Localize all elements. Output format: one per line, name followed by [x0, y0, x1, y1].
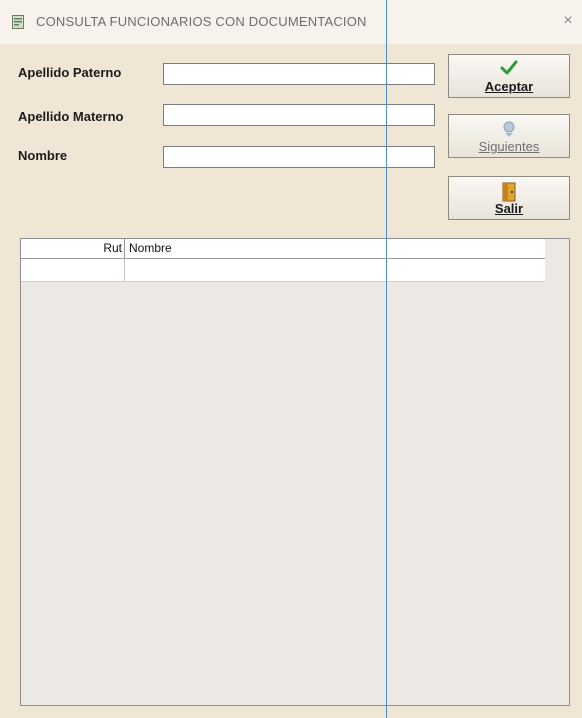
apellido-paterno-label: Apellido Paterno: [18, 65, 122, 80]
table-row[interactable]: [21, 259, 545, 282]
salir-label: Salir: [494, 201, 524, 216]
results-grid[interactable]: Rut Nombre: [20, 238, 570, 706]
apellido-materno-input[interactable]: [163, 104, 435, 126]
arrows-icon: [503, 121, 515, 137]
aceptar-button[interactable]: Aceptar: [448, 54, 570, 98]
check-icon: [500, 60, 518, 75]
salir-button[interactable]: Salir: [448, 176, 570, 220]
apellido-materno-label: Apellido Materno: [18, 109, 124, 124]
grid-header: Rut Nombre: [21, 239, 545, 259]
aceptar-label: Aceptar: [484, 79, 534, 94]
vertical-guide-line: [386, 0, 387, 718]
apellido-paterno-input[interactable]: [163, 63, 435, 85]
window-title: CONSULTA FUNCIONARIOS CON DOCUMENTACION: [36, 14, 367, 29]
siguientes-button[interactable]: Siguientes: [448, 114, 570, 158]
nombre-label: Nombre: [18, 148, 68, 163]
close-button[interactable]: ×: [558, 10, 578, 32]
siguientes-label: Siguientes: [478, 139, 540, 154]
window-form-icon: [12, 15, 24, 29]
cell-rut[interactable]: [21, 259, 125, 281]
title-bar: CONSULTA FUNCIONARIOS CON DOCUMENTACION …: [0, 0, 582, 44]
nombre-input[interactable]: [163, 146, 435, 168]
column-header-rut[interactable]: Rut: [21, 239, 125, 258]
door-exit-icon: [502, 182, 516, 202]
consulta-funcionarios-window: CONSULTA FUNCIONARIOS CON DOCUMENTACION …: [0, 0, 582, 718]
column-header-nombre[interactable]: Nombre: [129, 239, 172, 258]
